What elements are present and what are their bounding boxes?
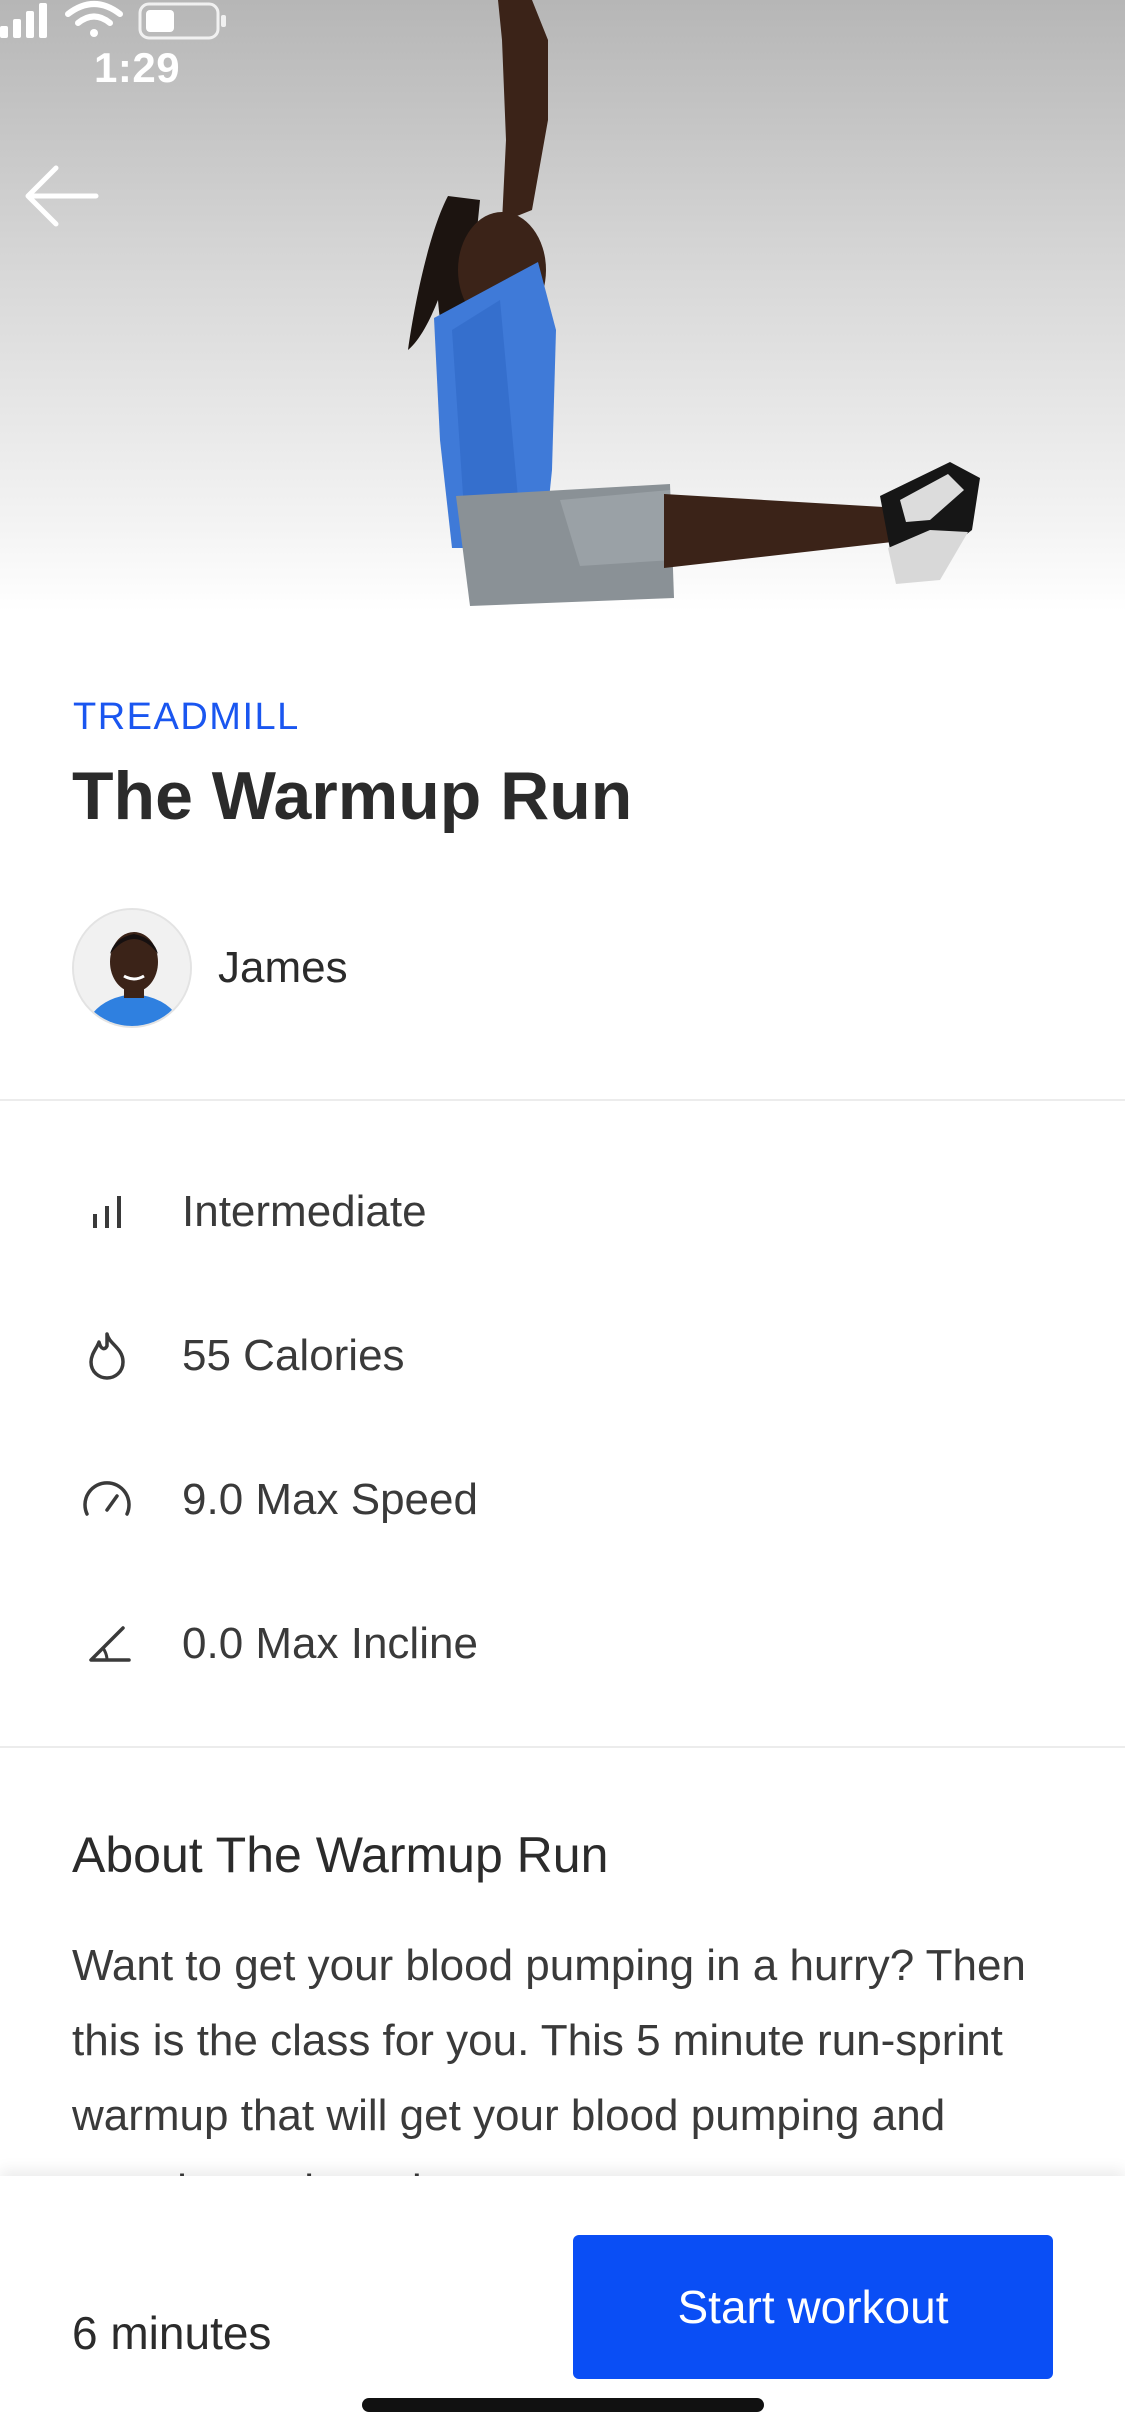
stat-label: 9.0 Max Speed	[182, 1475, 478, 1524]
arrow-left-icon	[25, 165, 99, 227]
stat-max-incline: 0.0 Max Incline	[72, 1604, 478, 1684]
stat-max-speed: 9.0 Max Speed	[72, 1460, 478, 1540]
difficulty-bars-icon	[72, 1177, 142, 1247]
stat-difficulty: Intermediate	[72, 1172, 427, 1252]
bottom-action-bar: 6 minutes Start workout	[0, 2176, 1125, 2436]
workout-duration: 6 minutes	[72, 2307, 272, 2359]
wifi-icon	[65, 1, 123, 37]
home-indicator	[362, 2398, 764, 2412]
status-bar: 1:29	[0, 0, 1125, 132]
divider	[0, 1746, 1125, 1748]
avatar-image	[74, 910, 190, 1026]
instructor-row[interactable]: James	[72, 908, 348, 1028]
stat-calories: 55 Calories	[72, 1316, 405, 1396]
status-icons	[0, 1, 226, 40]
stat-label: 0.0 Max Incline	[182, 1619, 478, 1668]
incline-angle-icon	[72, 1609, 142, 1679]
stat-label: 55 Calories	[182, 1331, 405, 1380]
flame-icon	[72, 1321, 142, 1391]
about-description: Want to get your blood pumping in a hurr…	[72, 1941, 1026, 2208]
status-time: 1:29	[94, 44, 181, 91]
about-title: About The Warmup Run	[72, 1827, 609, 1883]
speedometer-icon	[72, 1465, 142, 1535]
stat-label: Intermediate	[182, 1187, 427, 1236]
battery-icon	[138, 2, 226, 40]
start-workout-button[interactable]: Start workout	[573, 2235, 1053, 2379]
hero-image: 1:29	[0, 0, 1125, 612]
instructor-name: James	[218, 943, 348, 992]
back-button[interactable]	[22, 162, 102, 230]
divider	[0, 1099, 1125, 1101]
cellular-signal-icon	[0, 3, 47, 38]
instructor-avatar	[72, 908, 192, 1028]
workout-category: TREADMILL	[73, 696, 300, 738]
workout-title: The Warmup Run	[72, 758, 633, 834]
